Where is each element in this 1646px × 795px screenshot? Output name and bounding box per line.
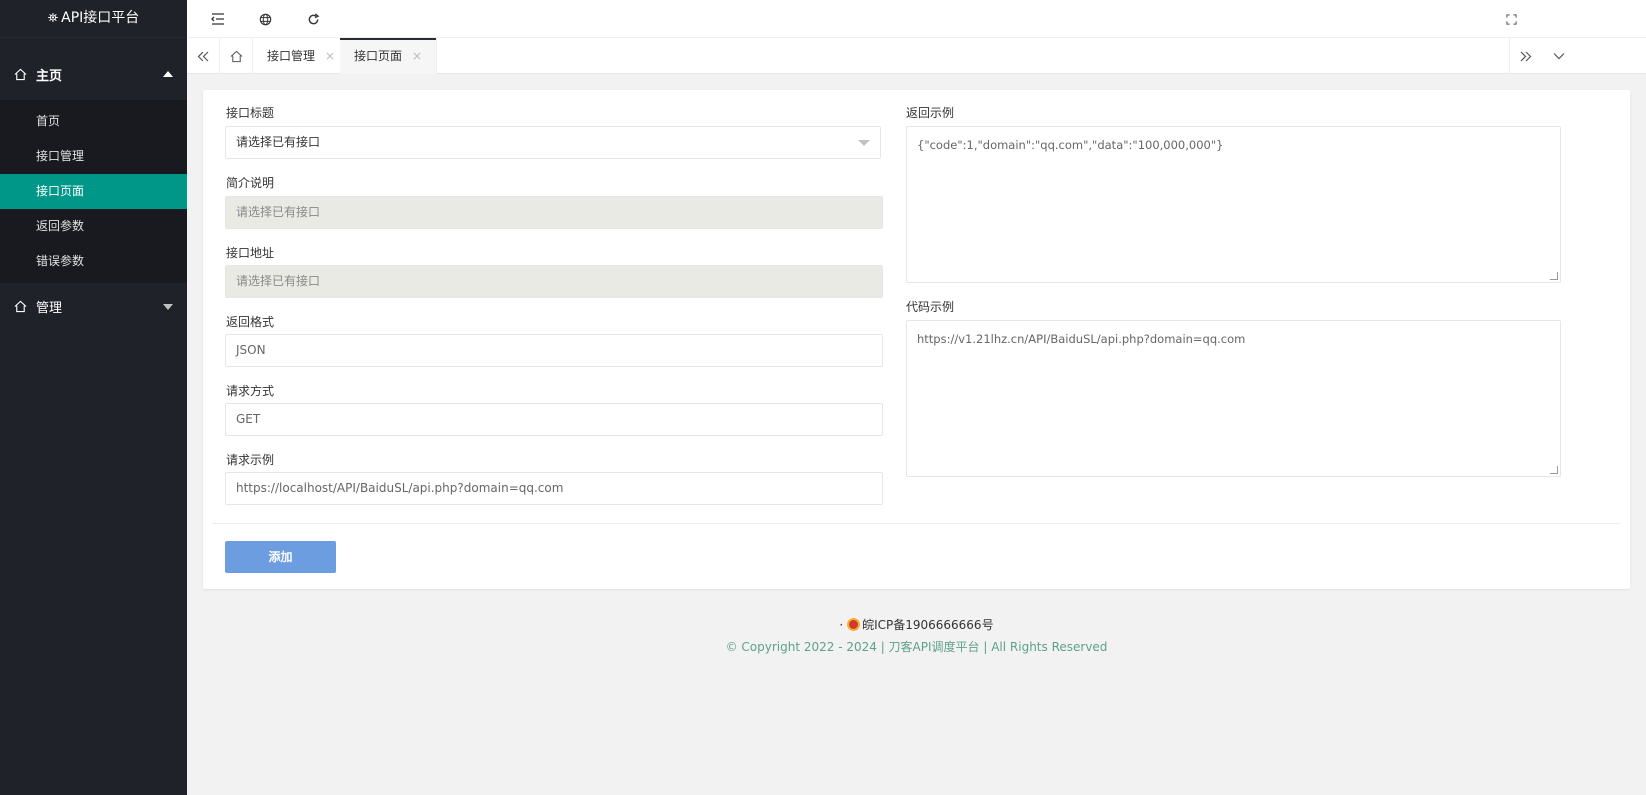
tab-label: 接口页面 xyxy=(354,49,403,63)
fullscreen-icon[interactable] xyxy=(1503,11,1519,27)
tabs-scroll-right-icon[interactable] xyxy=(1509,38,1542,74)
refresh-icon[interactable] xyxy=(305,11,321,27)
globe-icon[interactable] xyxy=(257,11,273,27)
icp-footer: · 皖ICP备1906666666号 xyxy=(187,616,1646,633)
sidebar-item-return-params[interactable]: 返回参数 xyxy=(0,209,187,244)
request-example-label: 请求示例 xyxy=(226,453,275,467)
return-example-textarea[interactable]: {"code":1,"domain":"qq.com","data":"100,… xyxy=(906,126,1561,283)
request-example-field[interactable]: https://localhost/API/BaiduSL/api.php?do… xyxy=(225,472,883,505)
logo-icon: ⛯ xyxy=(47,11,59,26)
request-method-label: 请求方式 xyxy=(226,384,275,398)
tab-api-manage[interactable]: 接口管理 × xyxy=(253,38,351,74)
tab-home-icon[interactable] xyxy=(220,38,253,74)
home-icon xyxy=(14,300,28,313)
form-divider xyxy=(212,523,1621,524)
tab-label: 接口管理 xyxy=(267,49,316,63)
close-icon[interactable]: × xyxy=(325,49,335,63)
api-title-selected-value: 请选择已有接口 xyxy=(236,135,321,149)
return-example-label: 返回示例 xyxy=(906,106,955,120)
request-method-field[interactable]: GET xyxy=(225,403,883,436)
sidebar-item-api-page[interactable]: 接口页面 xyxy=(0,174,187,209)
sidebar-item-error-params[interactable]: 错误参数 xyxy=(0,244,187,279)
tabs-bar: 接口管理 × 接口页面 × xyxy=(187,37,1646,74)
nav-group-home[interactable]: 主页 xyxy=(0,49,187,100)
subnav-home: 首页 接口管理 接口页面 返回参数 错误参数 xyxy=(0,100,187,283)
police-badge-icon xyxy=(847,618,861,631)
top-header xyxy=(187,0,1646,37)
return-example-text: {"code":1,"domain":"qq.com","data":"100,… xyxy=(917,138,1224,152)
code-example-text: https://v1.21lhz.cn/API/BaiduSL/api.php?… xyxy=(917,332,1246,346)
tabs-menu-chevron-down-icon[interactable] xyxy=(1542,38,1575,74)
code-example-textarea[interactable]: https://v1.21lhz.cn/API/BaiduSL/api.php?… xyxy=(906,320,1561,477)
caret-up-icon xyxy=(163,70,173,77)
copyright-text: © Copyright 2022 - 2024 | 刀客API调度平台 | Al… xyxy=(725,640,1108,654)
api-form-card: 接口标题 请选择已有接口 简介说明 请选择已有接口 接口地址 请选择已有接口 返… xyxy=(203,90,1630,589)
chevron-down-icon xyxy=(858,140,870,146)
footer-bullet: · xyxy=(839,618,844,632)
app-title: API接口平台 xyxy=(61,10,140,26)
return-format-field[interactable]: JSON xyxy=(225,334,883,367)
nav-group-label: 主页 xyxy=(36,69,63,84)
api-title-label: 接口标题 xyxy=(226,106,275,120)
api-title-select[interactable]: 请选择已有接口 xyxy=(225,126,881,159)
nav-group-manage[interactable]: 管理 xyxy=(0,283,187,329)
app-logo[interactable]: ⛯ API接口平台 xyxy=(0,0,187,37)
description-field[interactable]: 请选择已有接口 xyxy=(225,196,883,229)
return-format-label: 返回格式 xyxy=(226,315,275,329)
resize-grip-icon[interactable] xyxy=(1550,466,1558,474)
menu-toggle-icon[interactable] xyxy=(210,11,226,27)
sidebar-item-api-manage[interactable]: 接口管理 xyxy=(0,139,187,174)
close-icon[interactable]: × xyxy=(412,49,422,63)
caret-down-icon xyxy=(163,304,173,310)
sidebar: ⛯ API接口平台 主页 首页 接口管理 接口页面 返回参数 错误参数 管理 xyxy=(0,0,187,795)
sidebar-item-home[interactable]: 首页 xyxy=(0,104,187,139)
home-icon xyxy=(14,68,28,81)
api-url-label: 接口地址 xyxy=(226,246,275,260)
code-example-label: 代码示例 xyxy=(906,300,955,314)
api-url-field[interactable]: 请选择已有接口 xyxy=(225,265,883,298)
icp-link[interactable]: 皖ICP备1906666666号 xyxy=(862,618,994,632)
resize-grip-icon[interactable] xyxy=(1550,272,1558,280)
nav-group-label: 管理 xyxy=(36,300,63,316)
tabs-scroll-left-icon[interactable] xyxy=(187,38,220,74)
tab-api-page[interactable]: 接口页面 × xyxy=(340,38,438,74)
add-button[interactable]: 添加 xyxy=(225,541,336,573)
description-label: 简介说明 xyxy=(226,176,275,190)
